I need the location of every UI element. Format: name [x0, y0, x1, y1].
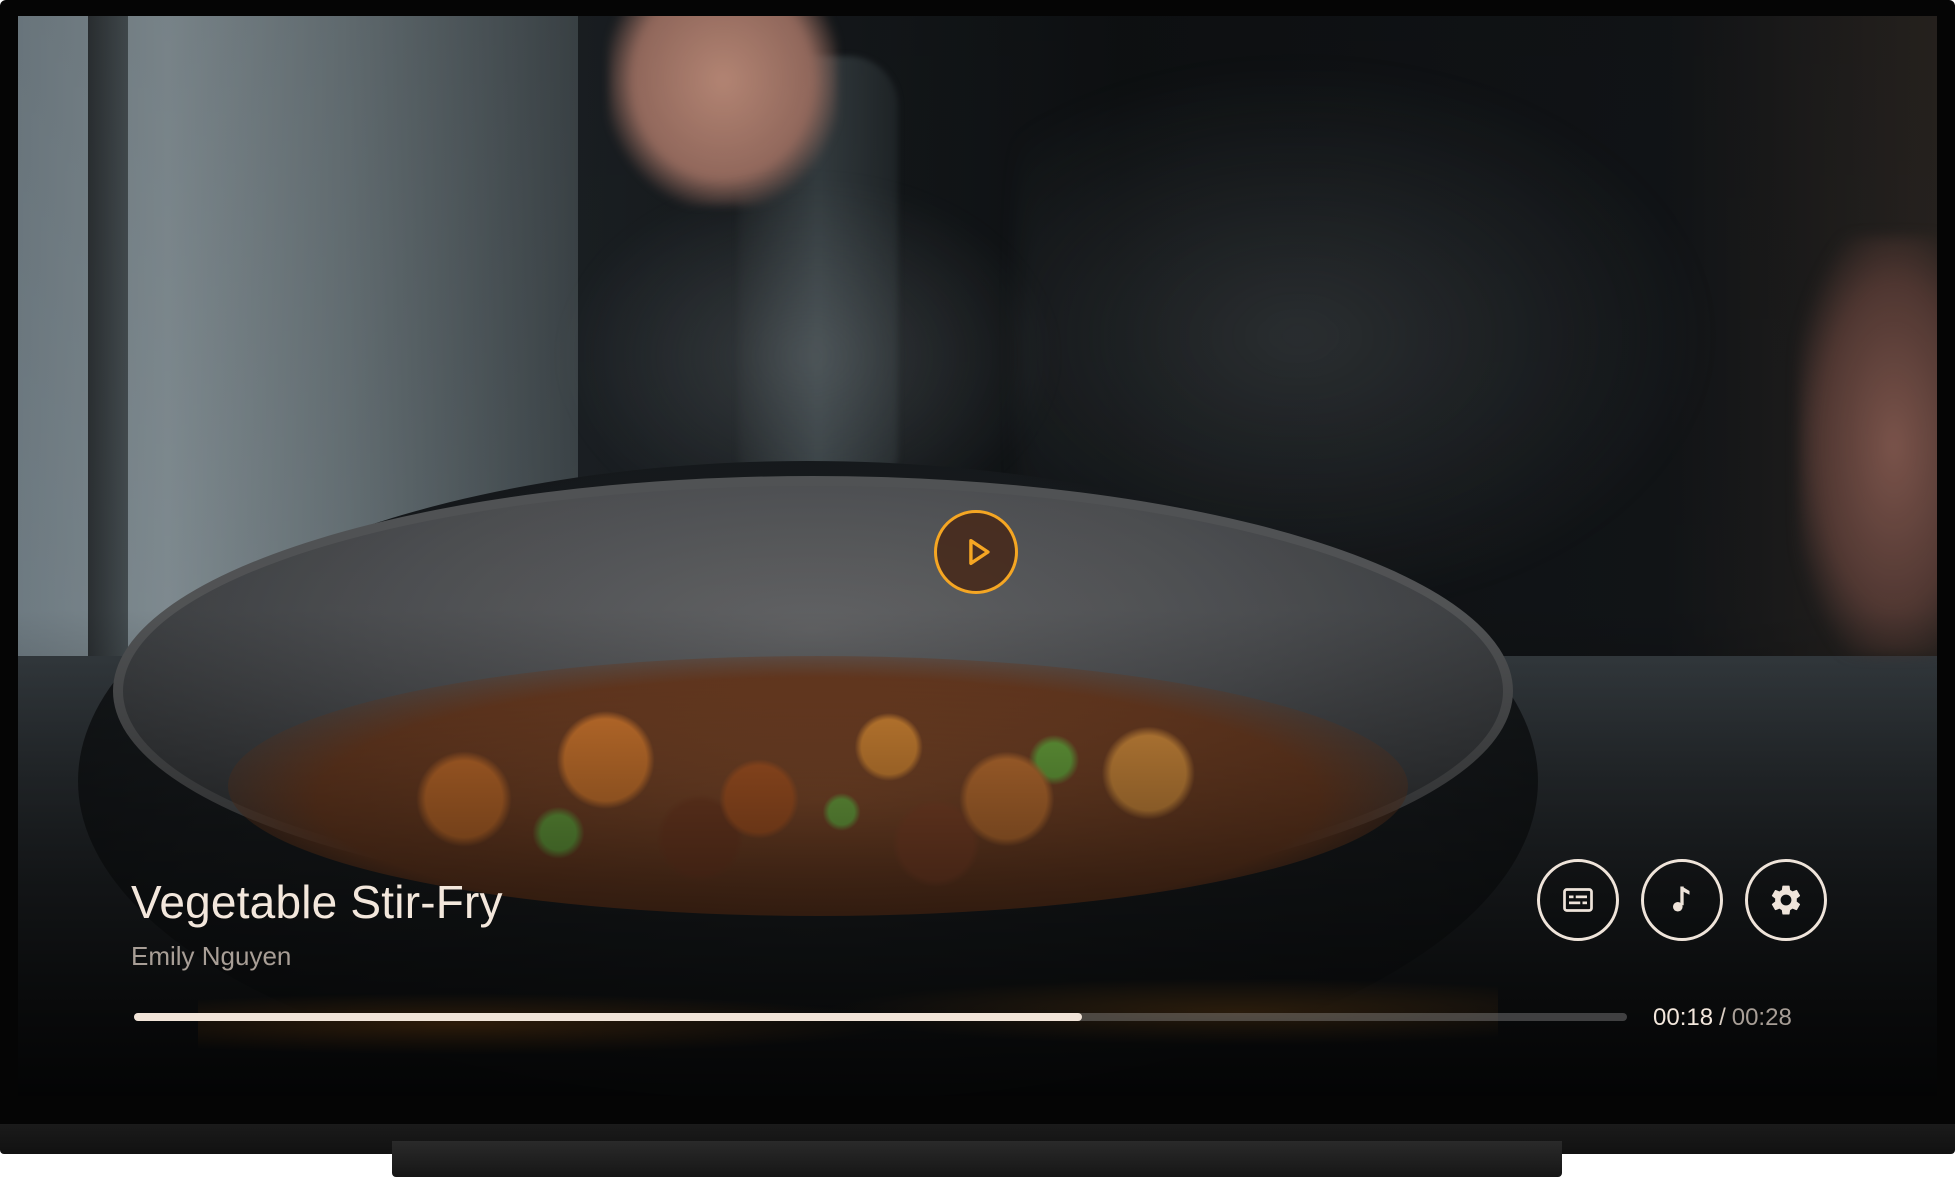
captions-icon — [1563, 888, 1593, 912]
video-title: Vegetable Stir-Fry — [131, 876, 503, 928]
audio-track-button[interactable] — [1641, 859, 1723, 941]
progress-fill — [134, 1013, 1083, 1021]
play-button[interactable] — [934, 510, 1018, 594]
current-time: 00:18 — [1653, 1004, 1714, 1031]
gear-icon — [1771, 885, 1801, 915]
captions-button[interactable] — [1537, 859, 1619, 941]
time-display: 00:18/00:28 — [1653, 1004, 1792, 1032]
settings-button[interactable] — [1745, 859, 1827, 941]
video-player[interactable]: Vegetable Stir-Fry Emily Nguyen 00:18/00… — [18, 16, 1937, 1096]
progress-bar[interactable] — [134, 1013, 1627, 1021]
duration: 00:28 — [1731, 1004, 1792, 1031]
time-separator: / — [1719, 1004, 1726, 1031]
tv-stand — [392, 1141, 1562, 1177]
video-author: Emily Nguyen — [131, 941, 292, 971]
music-note-icon — [1673, 886, 1690, 912]
play-icon — [969, 538, 990, 566]
